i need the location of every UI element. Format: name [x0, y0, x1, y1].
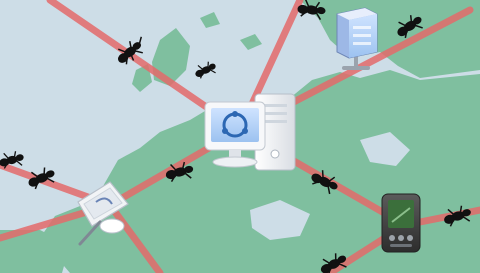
desktop-computer-icon[interactable] [204, 93, 296, 171]
pda-icon[interactable] [381, 193, 421, 253]
network-map [0, 0, 480, 273]
network-map-scene [0, 0, 480, 273]
